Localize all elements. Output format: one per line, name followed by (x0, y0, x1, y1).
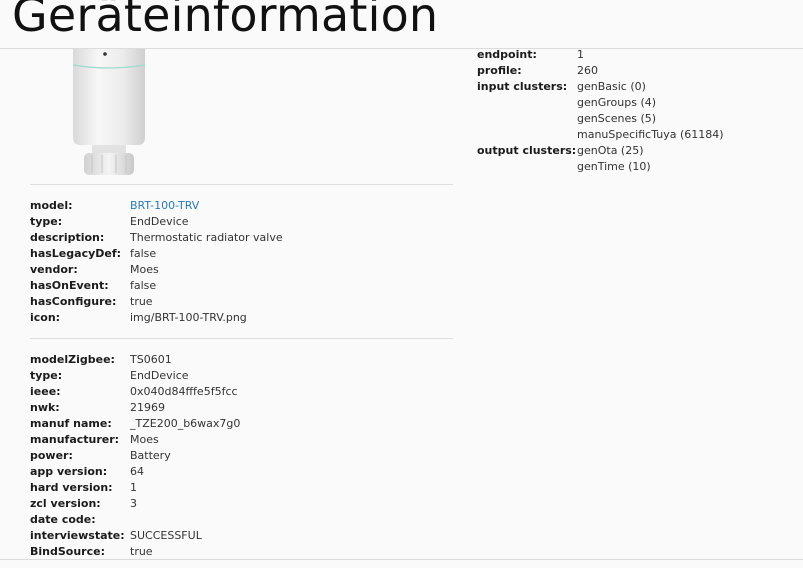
info-row: manuf name: _TZE200_b6wax7g0 (30, 416, 240, 432)
description-value: Thermostatic radiator valve (130, 231, 283, 244)
app-version-value: 64 (130, 465, 144, 478)
manuf-name-value: _TZE200_b6wax7g0 (130, 417, 241, 430)
icon-label: icon: (30, 311, 61, 324)
zcl-version-label: zcl version: (30, 497, 101, 510)
type-label: type: (30, 215, 63, 228)
interviewstate-value: SUCCESSFUL (130, 529, 202, 542)
model-link[interactable]: BRT-100-TRV (130, 198, 199, 214)
info-row: type: EndDevice (30, 214, 283, 230)
date-code-label: date code: (30, 513, 96, 526)
nwk-value: 21969 (130, 401, 165, 414)
manuf-name-label: manuf name: (30, 417, 112, 430)
output-cluster-item: genTime (10) (577, 160, 651, 173)
haslegacydef-label: hasLegacyDef: (30, 247, 122, 260)
info-row: manufacturer: Moes (30, 432, 240, 448)
bindsource-label: BindSource: (30, 545, 105, 558)
modelzigbee-value: TS0601 (130, 353, 172, 366)
bottom-divider (0, 559, 803, 560)
type-label: type: (30, 369, 63, 382)
info-row: app version: 64 (30, 464, 240, 480)
hard-version-value: 1 (130, 481, 137, 494)
info-row: hasOnEvent: false (30, 278, 283, 294)
ieee-label: ieee: (30, 385, 61, 398)
profile-row: profile: 260 (477, 63, 724, 79)
hard-version-label: hard version: (30, 481, 113, 494)
section-divider (30, 338, 453, 339)
vendor-value: Moes (130, 263, 159, 276)
model-label: model: (30, 199, 73, 212)
power-label: power: (30, 449, 73, 462)
info-row: zcl version: 3 (30, 496, 240, 512)
info-row: date code: (30, 512, 240, 528)
type-value: EndDevice (130, 215, 189, 228)
info-row: power: Battery (30, 448, 240, 464)
hasconfigure-label: hasConfigure: (30, 295, 117, 308)
endpoint-value: 1 (577, 48, 584, 61)
haslegacydef-value: false (130, 247, 157, 260)
nwk-label: nwk: (30, 401, 60, 414)
page-title: Geräteinformation (12, 0, 439, 42)
power-value: Battery (130, 449, 171, 462)
input-clusters-row: input clusters: genBasic (0) (477, 79, 724, 95)
output-cluster-item: genOta (25) (577, 144, 644, 157)
zcl-version-value: 3 (130, 497, 137, 510)
info-row: vendor: Moes (30, 262, 283, 278)
bindsource-value: true (130, 545, 153, 558)
endpoint-label: endpoint: (477, 48, 537, 61)
info-row: modelZigbee: TS0601 (30, 352, 240, 368)
profile-value: 260 (577, 64, 598, 77)
manufacturer-label: manufacturer: (30, 433, 120, 446)
zigbee-section: modelZigbee: TS0601 type: EndDevice ieee… (30, 352, 240, 560)
input-cluster-item: genScenes (5) (577, 112, 657, 125)
app-version-label: app version: (30, 465, 108, 478)
hasonevent-label: hasOnEvent: (30, 279, 109, 292)
profile-label: profile: (477, 64, 522, 77)
ieee-value: 0x040d84fffe5f5fcc (130, 385, 238, 398)
device-image (72, 49, 146, 175)
vendor-label: vendor: (30, 263, 78, 276)
info-row: type: EndDevice (30, 368, 240, 384)
info-row: BindSource: true (30, 544, 240, 560)
section-divider (30, 184, 453, 185)
output-clusters-row: output clusters: genOta (25) (477, 143, 724, 159)
description-label: description: (30, 231, 105, 244)
input-cluster-item: manuSpecificTuya (61184) (577, 128, 724, 141)
info-row: description: Thermostatic radiator valve (30, 230, 283, 246)
type-value: EndDevice (130, 369, 189, 382)
info-row: hasConfigure: true (30, 294, 283, 310)
manufacturer-value: Moes (130, 433, 159, 446)
info-row: nwk: 21969 (30, 400, 240, 416)
endpoint-row: endpoint: 1 (477, 47, 724, 63)
input-cluster-item: genGroups (4) (577, 96, 657, 109)
info-row: hasLegacyDef: false (30, 246, 283, 262)
input-clusters-label: input clusters: (477, 80, 568, 93)
input-cluster-item: genBasic (0) (577, 80, 646, 93)
interviewstate-label: interviewstate: (30, 529, 125, 542)
info-row: hard version: 1 (30, 480, 240, 496)
output-clusters-label: output clusters: (477, 144, 577, 157)
icon-value: img/BRT-100-TRV.png (130, 311, 247, 324)
hasconfigure-value: true (130, 295, 153, 308)
info-row: ieee: 0x040d84fffe5f5fcc (30, 384, 240, 400)
modelzigbee-label: modelZigbee: (30, 353, 115, 366)
info-row: model: BRT-100-TRV (30, 198, 283, 214)
endpoint-info: endpoint: 1 profile: 260 input clusters:… (477, 47, 724, 175)
info-row: interviewstate: SUCCESSFUL (30, 528, 240, 544)
info-row: icon: img/BRT-100-TRV.png (30, 310, 283, 326)
definition-section: model: BRT-100-TRV type: EndDevice descr… (30, 198, 283, 326)
hasonevent-value: false (130, 279, 157, 292)
